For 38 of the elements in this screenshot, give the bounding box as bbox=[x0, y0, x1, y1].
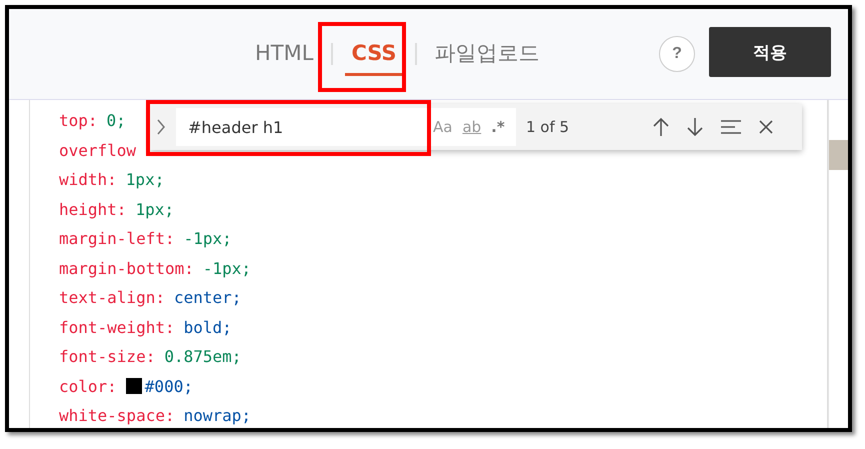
code-property: text-align: bbox=[59, 287, 165, 309]
code-property: font-weight: bbox=[59, 316, 175, 338]
apply-button[interactable]: 적용 bbox=[709, 27, 831, 77]
selection-lines-icon[interactable] bbox=[720, 119, 742, 135]
code-value: 0.875em; bbox=[164, 346, 242, 368]
whole-word-toggle[interactable]: ab bbox=[462, 118, 482, 136]
code-property: height: bbox=[59, 198, 126, 220]
tab[interactable]: 파일업로드 bbox=[428, 29, 546, 78]
code-property: width: bbox=[59, 169, 117, 191]
regex-toggle[interactable]: .* bbox=[491, 118, 505, 136]
arrow-up-icon[interactable] bbox=[652, 117, 670, 137]
tab[interactable]: CSS bbox=[345, 31, 403, 76]
code-property: top: bbox=[59, 110, 98, 132]
code-value: 0; bbox=[106, 110, 126, 132]
code-value: -1px; bbox=[184, 228, 232, 250]
code-property: font-size: bbox=[59, 346, 156, 368]
code-property: white-space: bbox=[59, 405, 175, 427]
help-button[interactable]: ? bbox=[659, 36, 695, 72]
close-icon[interactable] bbox=[758, 119, 774, 135]
code-property: color: bbox=[59, 376, 117, 398]
code-property: overflow bbox=[59, 140, 136, 162]
scrollbar-marker bbox=[829, 140, 848, 170]
match-count: 1 of 5 bbox=[526, 118, 570, 136]
code-value: #000; bbox=[144, 376, 193, 398]
code-value: center; bbox=[174, 287, 242, 309]
arrow-down-icon[interactable] bbox=[686, 117, 704, 137]
chevron-icon[interactable] bbox=[156, 118, 166, 136]
tab[interactable]: HTML bbox=[249, 31, 320, 76]
code-value: bold; bbox=[184, 316, 232, 338]
code-property: margin-left: bbox=[59, 228, 175, 250]
scrollbar[interactable] bbox=[828, 100, 847, 428]
code-property: margin-bottom: bbox=[59, 258, 194, 280]
find-input[interactable]: #header h1 Aa ab .* bbox=[176, 108, 516, 146]
code-value: 1px; bbox=[126, 169, 164, 191]
match-case-toggle[interactable]: Aa bbox=[433, 118, 452, 136]
code-value: nowrap; bbox=[184, 405, 252, 427]
code-value: 1px; bbox=[135, 198, 174, 220]
code-value: -1px; bbox=[202, 258, 252, 280]
